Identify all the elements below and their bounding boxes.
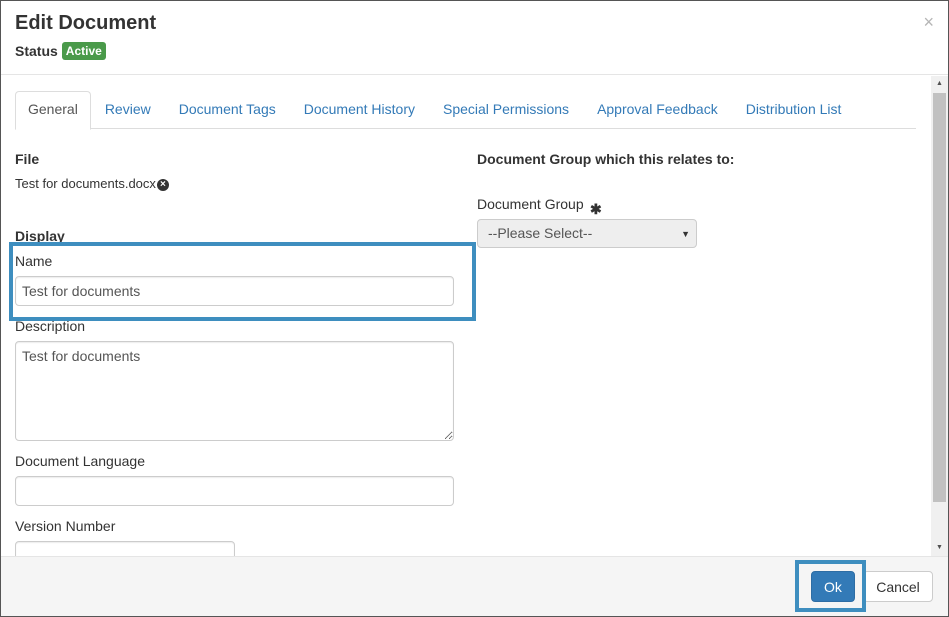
version-label: Version Number bbox=[15, 518, 116, 534]
document-group-selected: --Please Select-- bbox=[488, 225, 593, 241]
scroll-down-arrow-icon[interactable]: ▼ bbox=[931, 540, 948, 556]
document-group-heading: Document Group which this relates to: bbox=[477, 151, 735, 167]
tab-bar: General Review Document Tags Document Hi… bbox=[15, 91, 916, 130]
document-group-label: Document Group bbox=[477, 196, 584, 212]
description-textarea[interactable]: Test for documents bbox=[15, 341, 454, 441]
tab-document-tags[interactable]: Document Tags bbox=[165, 91, 290, 129]
vertical-scrollbar[interactable]: ▲ ▼ bbox=[931, 76, 948, 556]
close-icon[interactable]: × bbox=[923, 11, 934, 33]
language-label: Document Language bbox=[15, 453, 145, 469]
tab-distribution-list[interactable]: Distribution List bbox=[732, 91, 856, 129]
scrollbar-thumb[interactable] bbox=[933, 93, 946, 502]
tab-document-history[interactable]: Document History bbox=[290, 91, 429, 129]
file-row: Test for documents.docx × bbox=[15, 176, 169, 191]
file-heading: File bbox=[15, 151, 40, 167]
name-label: Name bbox=[15, 253, 53, 269]
remove-circle-icon[interactable]: × bbox=[156, 179, 169, 191]
scroll-up-arrow-icon[interactable]: ▲ bbox=[931, 76, 948, 92]
description-label: Description bbox=[15, 318, 86, 334]
tab-special-permissions[interactable]: Special Permissions bbox=[429, 91, 583, 129]
status-badge: Active bbox=[61, 42, 106, 60]
version-input[interactable] bbox=[15, 541, 235, 556]
required-asterisk-icon: ✱ bbox=[590, 201, 602, 217]
tab-general[interactable]: General bbox=[15, 91, 91, 130]
dialog-header: Edit Document Status Active × bbox=[1, 1, 948, 75]
dialog-footer: Ok Cancel bbox=[1, 556, 948, 616]
cancel-button[interactable]: Cancel bbox=[863, 571, 933, 602]
display-heading: Display bbox=[15, 228, 65, 244]
file-name: Test for documents.docx bbox=[15, 176, 156, 191]
dialog-title: Edit Document bbox=[15, 12, 157, 34]
edit-document-dialog: Edit Document Status Active × General Re… bbox=[0, 0, 949, 617]
chevron-down-icon: ▼ bbox=[681, 229, 690, 239]
name-input[interactable] bbox=[15, 276, 454, 306]
ok-button[interactable]: Ok bbox=[811, 571, 855, 602]
tab-review[interactable]: Review bbox=[91, 91, 165, 129]
status-label: Status bbox=[15, 43, 58, 59]
document-group-select[interactable]: --Please Select-- ▼ bbox=[477, 219, 697, 248]
dialog-body: General Review Document Tags Document Hi… bbox=[1, 76, 931, 556]
status-row: Status Active bbox=[15, 42, 106, 60]
language-input[interactable] bbox=[15, 476, 454, 506]
tab-approval-feedback[interactable]: Approval Feedback bbox=[583, 91, 732, 129]
